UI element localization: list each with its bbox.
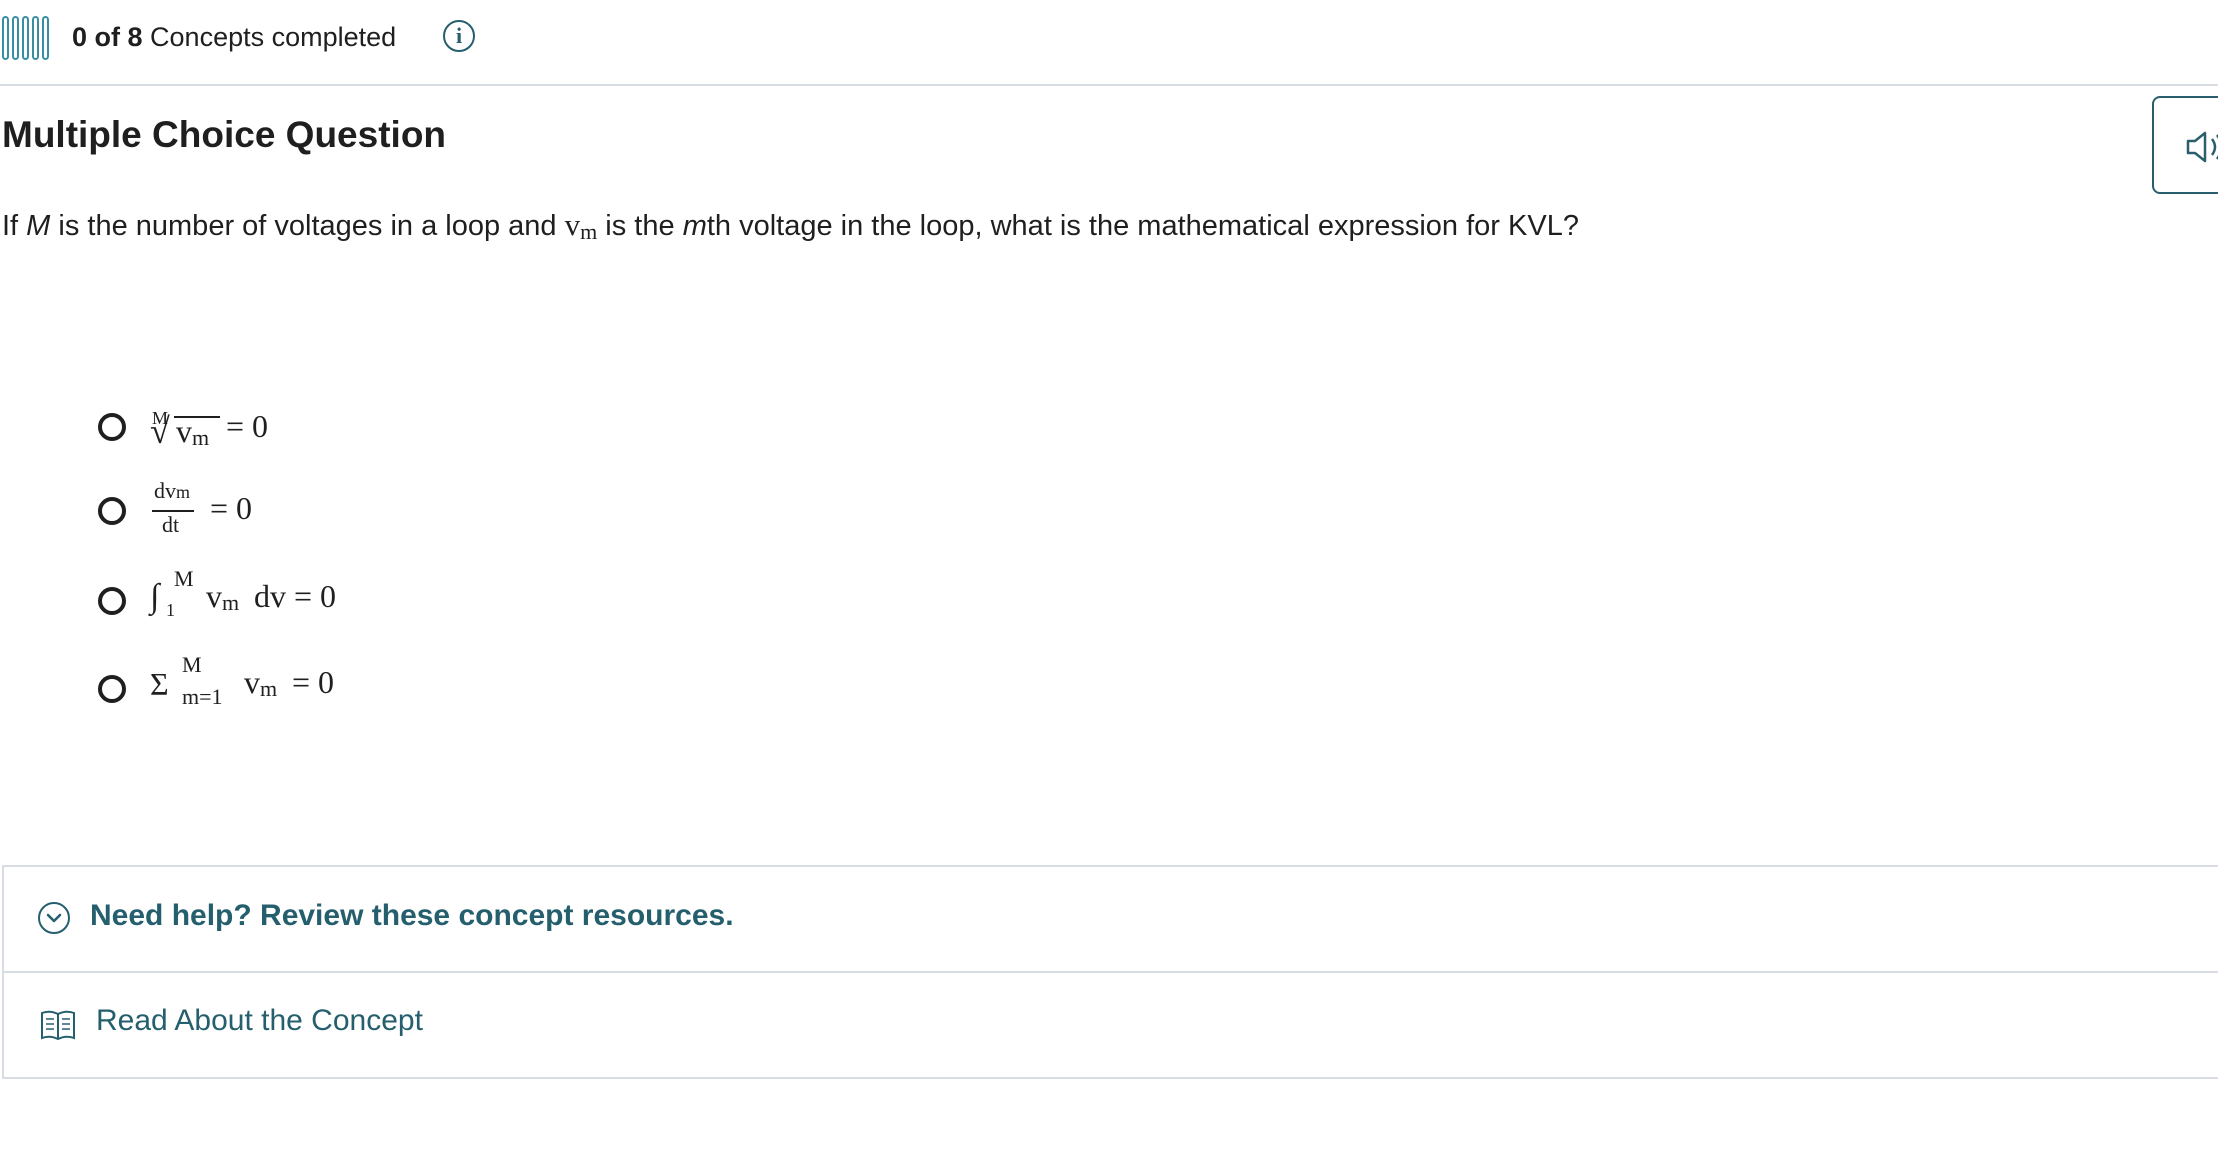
radio-button[interactable]: [98, 587, 126, 615]
answer-option-b[interactable]: dvm dt = 0: [98, 478, 798, 544]
answer-option-c[interactable]: ∫ M 1 v m dv = 0: [98, 566, 798, 634]
progress-bars-icon: [2, 16, 49, 60]
radio-button[interactable]: [98, 675, 126, 703]
radical-sign: √: [150, 411, 170, 451]
answer-option-d[interactable]: Σ M m=1 v m = 0: [98, 652, 798, 722]
info-icon[interactable]: i: [443, 20, 475, 52]
radio-button[interactable]: [98, 413, 126, 441]
option-c-var: v: [206, 578, 222, 614]
question-type-title: Multiple Choice Question: [2, 114, 447, 155]
prompt-text: If: [2, 210, 27, 242]
prompt-text: is the number of voltages in a loop and: [50, 210, 565, 242]
option-c-subscript: m: [222, 590, 240, 615]
progress-count: 0 of 8: [72, 22, 143, 52]
chevron-down-icon[interactable]: [38, 902, 70, 934]
option-d-var: v: [244, 664, 260, 700]
option-a-var: v: [176, 413, 192, 449]
integral-sign: ∫: [150, 578, 160, 615]
concept-resources-panel: Need help? Review these concept resource…: [2, 865, 2218, 1079]
option-c-tail: dv = 0: [254, 578, 337, 614]
progress-label: Concepts completed: [150, 22, 397, 52]
option-a-subscript: m: [192, 425, 210, 450]
info-glyph: i: [455, 23, 463, 48]
concept-resources-toggle[interactable]: Need help? Review these concept resource…: [4, 867, 2218, 973]
question-prompt: If M is the number of voltages in a loop…: [2, 207, 1579, 244]
progress-header: 0 of 8 Concepts completed i: [0, 0, 2218, 86]
var-v: v: [564, 207, 581, 242]
var-m: m: [682, 210, 707, 242]
read-about-concept-link[interactable]: Read About the Concept: [96, 1004, 423, 1038]
fraction-denominator: dt: [162, 512, 180, 537]
option-c-expression: ∫ M 1 v m dv = 0: [150, 564, 410, 634]
option-a-expression: M √ v m = 0: [150, 400, 350, 456]
progress-text: 0 of 8 Concepts completed: [72, 22, 396, 53]
var-M: M: [26, 210, 51, 242]
option-d-subscript: m: [260, 676, 278, 701]
sigma-sign: Σ: [150, 666, 169, 702]
book-icon: [41, 1010, 75, 1041]
sigma-upper-limit: M: [182, 652, 202, 677]
integral-lower-limit: 1: [166, 600, 175, 620]
prompt-text: is the: [597, 210, 683, 242]
integral-upper-limit: M: [174, 566, 194, 591]
radio-button[interactable]: [98, 497, 126, 525]
option-b-expression: dvm dt = 0: [150, 478, 350, 548]
option-b-rhs: = 0: [210, 490, 253, 526]
prompt-text: th voltage in the loop, what is the math…: [706, 210, 1579, 242]
numerator-subscript: m: [176, 482, 191, 502]
sigma-lower-limit: m=1: [182, 684, 223, 709]
read-aloud-button[interactable]: [2152, 96, 2218, 194]
answer-option-a[interactable]: M √ v m = 0: [98, 400, 798, 460]
option-d-rhs: = 0: [292, 664, 335, 700]
speaker-icon: [2186, 131, 2218, 163]
fraction-numerator: dvm: [154, 478, 190, 504]
var-v-subscript: m: [580, 219, 598, 244]
numerator-text: dv: [154, 478, 176, 503]
concept-resources-title[interactable]: Need help? Review these concept resource…: [90, 899, 734, 933]
option-a-rhs: = 0: [226, 408, 269, 444]
option-d-expression: Σ M m=1 v m = 0: [150, 652, 410, 722]
